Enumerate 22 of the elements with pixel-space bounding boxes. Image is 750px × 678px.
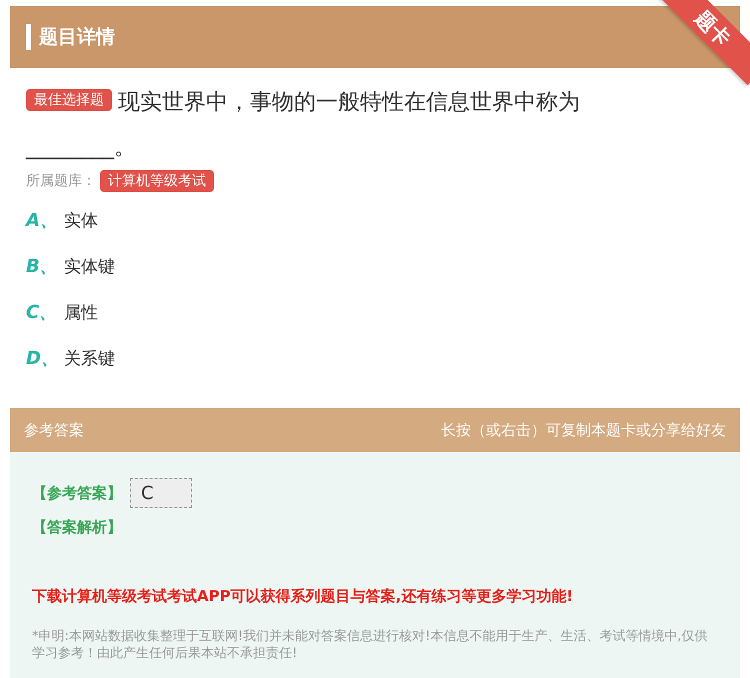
header-title: 题目详情	[39, 25, 115, 50]
share-hint: 长按（或右击）可复制本题卡或分享给好友	[441, 420, 726, 440]
answer-label: 【参考答案】	[32, 484, 122, 502]
option-letter: B、	[26, 255, 54, 278]
analysis-label: 【答案解析】	[32, 518, 122, 537]
question-text: 现实世界中，事物的一般特性在信息世界中称为	[118, 90, 580, 115]
answer-title: 参考答案	[24, 420, 84, 440]
option-text[interactable]: 实体键	[64, 254, 115, 278]
option-text[interactable]: 属性	[64, 300, 98, 324]
answer-value: C	[130, 478, 192, 508]
option-letter: D、	[26, 347, 54, 370]
option-text[interactable]: 关系键	[64, 346, 115, 370]
option-letter: A、	[26, 209, 54, 232]
disclaimer-text: *申明:本网站数据收集整理于互联网!我们并未能对答案信息进行核对!本信息不能用于生产、生活、考试等情境中,仅供学习参考！由此产生任何后果本站不承担责任!	[32, 628, 708, 662]
promo-text: 下载计算机等级考试考试APP可以获得系列题目与答案,还有练习等更多学习功能!	[32, 587, 574, 606]
question-type-badge: 最佳选择题	[26, 88, 112, 111]
question-blank: ________。	[26, 134, 137, 162]
option-text[interactable]: 实体	[64, 208, 98, 232]
accent-bar	[26, 24, 31, 50]
bank-badge[interactable]: 计算机等级考试	[100, 170, 214, 192]
bank-label: 所属题库：	[26, 172, 96, 190]
option-letter: C、	[26, 301, 54, 324]
